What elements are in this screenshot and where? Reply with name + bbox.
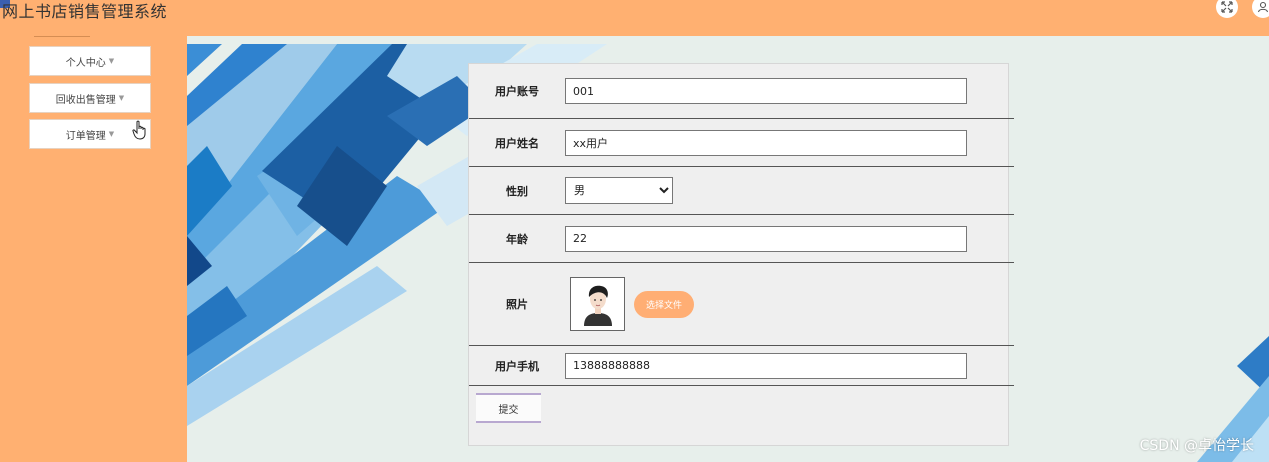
- name-label: 用户姓名: [495, 136, 539, 150]
- sidebar-item-recycle-sales[interactable]: 回收出售管理 ▼: [29, 83, 151, 113]
- user-info-form: 用户账号 用户姓名 性别 男 年龄 照片: [468, 63, 1014, 446]
- name-input[interactable]: [565, 129, 967, 156]
- gender-label: 性别: [506, 184, 528, 198]
- submit-button[interactable]: 提交: [476, 393, 541, 423]
- form-row-photo: 照片 选择文件: [469, 263, 1014, 346]
- app-title: 网上书店销售管理系统: [2, 2, 168, 21]
- choose-file-button[interactable]: 选择文件: [634, 290, 695, 318]
- main-content: 用户账号 用户姓名 性别 男 年龄 照片: [187, 36, 1269, 462]
- sidebar-item-label: 回收出售管理: [55, 94, 116, 106]
- top-bar: 网上书店销售管理系统: [0, 0, 1269, 37]
- caret-down-icon: ▼: [118, 94, 125, 102]
- form-row-name: 用户姓名: [469, 119, 1014, 167]
- caret-down-icon: ▼: [108, 130, 115, 138]
- expand-icon: [1221, 1, 1233, 13]
- avatar-image: [583, 285, 612, 326]
- sidebar-item-personal-center[interactable]: 个人中心 ▼: [29, 46, 151, 76]
- hand-cursor-icon: [132, 120, 146, 140]
- age-label: 年龄: [506, 232, 528, 246]
- phone-input[interactable]: [565, 352, 967, 379]
- watermark: CSDN @卓怡学长: [1139, 438, 1254, 454]
- age-input[interactable]: [565, 225, 967, 252]
- fullscreen-button[interactable]: [1216, 0, 1238, 18]
- form-row-gender: 性别 男: [469, 167, 1014, 215]
- user-icon: [1257, 1, 1269, 13]
- photo-label: 照片: [506, 298, 528, 311]
- sidebar-item-label: 个人中心: [65, 57, 106, 69]
- sidebar: 个人中心 ▼ 回收出售管理 ▼ 订单管理 ▼: [0, 36, 187, 462]
- photo-preview[interactable]: [570, 277, 625, 331]
- phone-label: 用户手机: [495, 359, 539, 373]
- sidebar-divider: [34, 36, 90, 37]
- gender-select[interactable]: 男: [565, 177, 673, 204]
- form-row-account: 用户账号: [469, 64, 1014, 119]
- form-row-age: 年龄: [469, 215, 1014, 263]
- user-button[interactable]: [1252, 0, 1269, 18]
- account-input[interactable]: [565, 78, 967, 104]
- sidebar-item-label: 订单管理: [65, 130, 106, 142]
- caret-down-icon: ▼: [108, 57, 115, 65]
- form-row-phone: 用户手机: [469, 346, 1014, 386]
- account-label: 用户账号: [495, 85, 539, 98]
